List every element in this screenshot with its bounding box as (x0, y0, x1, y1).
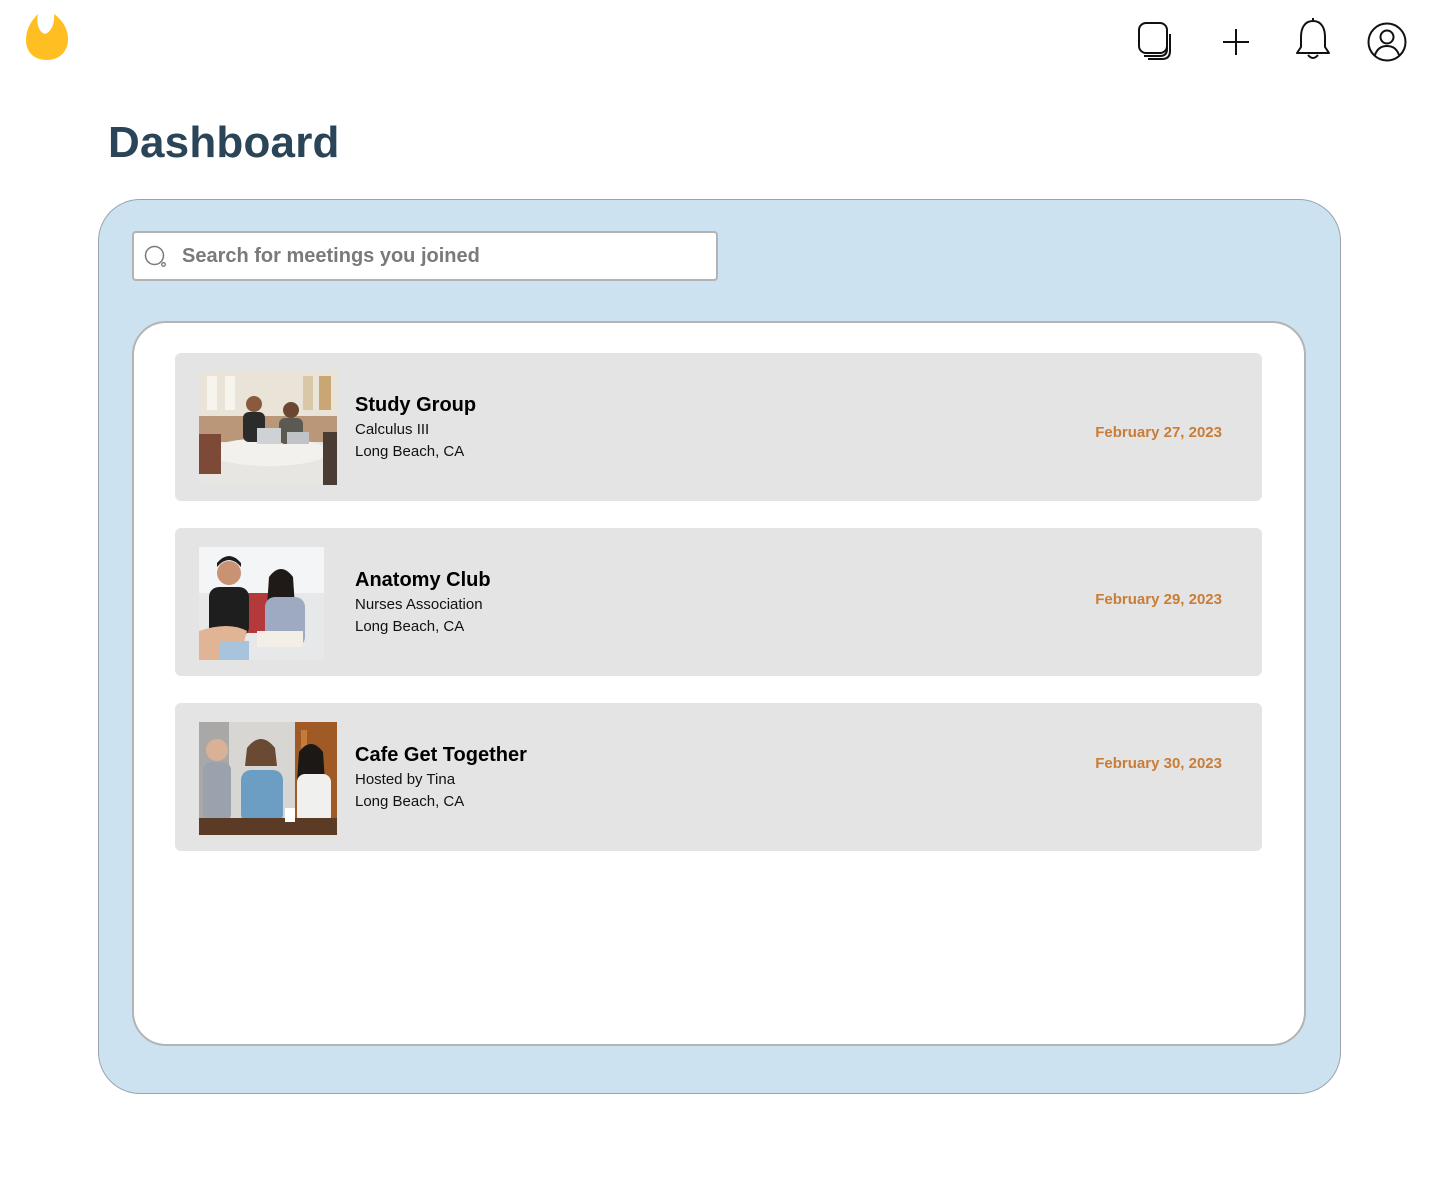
meeting-location: Long Beach, CA (355, 618, 465, 635)
user-circle-icon (1367, 22, 1407, 62)
meeting-subtitle: Calculus III (355, 421, 430, 438)
add-meeting-button[interactable] (1214, 20, 1258, 64)
anatomy-club-photo (199, 547, 324, 660)
cafe-photo (199, 722, 337, 835)
plus-icon (1223, 29, 1249, 55)
search-icon (144, 245, 166, 267)
profile-button[interactable] (1365, 20, 1409, 64)
pages-button[interactable] (1132, 18, 1176, 62)
meeting-subtitle: Nurses Association (355, 596, 483, 613)
search-input[interactable] (182, 233, 702, 279)
meeting-date: February 27, 2023 (1095, 424, 1222, 441)
meeting-location: Long Beach, CA (355, 443, 465, 460)
meeting-date: February 30, 2023 (1095, 755, 1222, 772)
search-bar[interactable] (132, 231, 718, 281)
meeting-location: Long Beach, CA (355, 793, 465, 810)
app-logo[interactable] (24, 12, 70, 62)
meeting-card-study-group[interactable]: Study Group Calculus III Long Beach, CA … (175, 353, 1262, 501)
notifications-button[interactable] (1291, 18, 1335, 62)
meeting-subtitle: Hosted by Tina (355, 771, 456, 788)
page-title: Dashboard (108, 118, 340, 167)
study-group-photo (199, 372, 337, 485)
bell-icon (1296, 18, 1330, 59)
meeting-card-anatomy-club[interactable]: Anatomy Club Nurses Association Long Bea… (175, 528, 1262, 676)
meeting-card-cafe-get-together[interactable]: Cafe Get Together Hosted by Tina Long Be… (175, 703, 1262, 851)
meeting-date: February 29, 2023 (1095, 591, 1222, 608)
pages-icon (1138, 22, 1171, 60)
meeting-title: Anatomy Club (355, 569, 491, 591)
meeting-title: Study Group (355, 394, 477, 416)
flame-icon (26, 14, 68, 60)
meeting-title: Cafe Get Together (355, 744, 527, 766)
